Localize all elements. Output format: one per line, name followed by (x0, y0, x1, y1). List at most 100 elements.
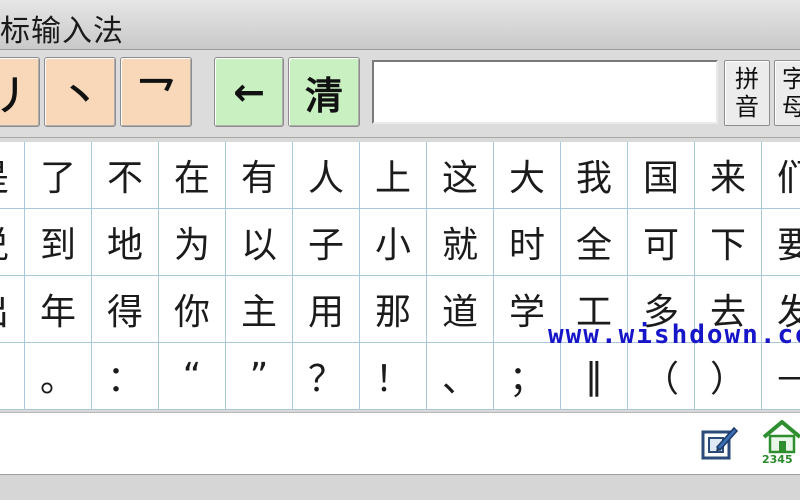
character-label: 年 (39, 292, 76, 333)
character-cell[interactable]: 多 (628, 276, 695, 343)
character-cell[interactable]: 道 (427, 276, 494, 343)
character-label: 这 (441, 158, 478, 199)
character-label: ！ (374, 359, 411, 400)
character-cell[interactable]: 那 (360, 276, 427, 343)
character-cell[interactable]: ” (226, 343, 293, 410)
character-cell[interactable]: 用 (293, 276, 360, 343)
pinyin-label-top: 拼 (735, 65, 759, 93)
character-label: 上 (374, 158, 411, 199)
character-cell[interactable]: 出 (0, 276, 25, 343)
pinyin-label-bottom: 音 (735, 93, 759, 121)
character-label: 主 (240, 292, 277, 333)
character-label: 小 (374, 225, 411, 266)
character-cell[interactable]: （ (628, 343, 695, 410)
character-grid: 是了不在有人上这大我国来们说到地为以子小就时全可下要出年得你主用那道学工多去发 ，… (0, 142, 800, 410)
character-cell[interactable]: 人 (293, 142, 360, 209)
character-cell[interactable]: 学 (494, 276, 561, 343)
character-cell[interactable]: ！ (360, 343, 427, 410)
character-cell[interactable]: 有 (226, 142, 293, 209)
character-label: ； (508, 359, 545, 400)
character-label: （ (642, 359, 679, 400)
character-label: 出 (0, 283, 9, 335)
character-label: 工 (575, 292, 612, 333)
character-label: 有 (240, 158, 277, 199)
character-cell[interactable]: ？ (293, 343, 360, 410)
title-bar: 标输入法 (0, 0, 800, 50)
character-cell[interactable]: 到 (25, 209, 92, 276)
character-label: ） (709, 359, 746, 400)
character-cell[interactable]: 得 (92, 276, 159, 343)
stroke-key-zhe[interactable]: 乛 (120, 57, 192, 127)
character-cell[interactable]: ； (494, 343, 561, 410)
character-cell[interactable]: ‖ (561, 343, 628, 410)
home-label: 2345 (762, 453, 793, 466)
character-cell[interactable]: 不 (92, 142, 159, 209)
clear-button[interactable]: 清 (288, 57, 360, 127)
character-cell[interactable]: 要 (762, 209, 800, 276)
character-cell[interactable]: 、 (427, 343, 494, 410)
character-cell[interactable]: 为 (159, 209, 226, 276)
pinyin-mode-button[interactable]: 拼 音 (724, 60, 770, 126)
character-cell[interactable]: ， (0, 343, 25, 410)
character-cell[interactable]: 可 (628, 209, 695, 276)
character-label: 下 (709, 225, 746, 266)
character-cell[interactable]: 这 (427, 142, 494, 209)
character-cell[interactable]: 来 (695, 142, 762, 209)
candidate-input[interactable] (372, 60, 718, 124)
character-label: 了 (39, 158, 76, 199)
character-cell[interactable]: 小 (360, 209, 427, 276)
backspace-arrow-icon: ← (233, 70, 265, 114)
character-cell[interactable]: 时 (494, 209, 561, 276)
backspace-button[interactable]: ← (214, 57, 284, 127)
character-cell[interactable]: 就 (427, 209, 494, 276)
character-cell[interactable]: 主 (226, 276, 293, 343)
character-label: 用 (307, 292, 344, 333)
character-cell[interactable]: 子 (293, 209, 360, 276)
character-cell[interactable]: — (762, 343, 800, 410)
character-cell[interactable]: 工 (561, 276, 628, 343)
edit-settings-icon (701, 426, 739, 460)
character-label: 人 (307, 158, 344, 199)
character-cell[interactable]: 年 (25, 276, 92, 343)
character-label: 去 (709, 292, 746, 333)
settings-button[interactable] (700, 423, 740, 463)
character-cell[interactable]: 我 (561, 142, 628, 209)
character-label: 为 (173, 225, 210, 266)
character-cell[interactable]: 下 (695, 209, 762, 276)
character-cell[interactable]: 大 (494, 142, 561, 209)
character-cell[interactable]: “ (159, 343, 226, 410)
character-cell[interactable]: 在 (159, 142, 226, 209)
home-button[interactable]: 2345 (760, 419, 800, 467)
letter-mode-button[interactable]: 字 母 (774, 60, 800, 126)
character-label: 可 (642, 225, 679, 266)
character-cell[interactable]: 你 (159, 276, 226, 343)
character-cell[interactable]: 地 (92, 209, 159, 276)
character-cell[interactable]: 国 (628, 142, 695, 209)
character-label: ， (0, 350, 9, 402)
character-label: ‖ (585, 355, 603, 397)
character-cell[interactable]: 全 (561, 209, 628, 276)
character-label: 道 (441, 292, 478, 333)
character-cell[interactable]: 。 (25, 343, 92, 410)
character-cell[interactable]: 们 (762, 142, 800, 209)
stroke-key-dian[interactable]: 丶 (44, 57, 116, 127)
character-cell[interactable]: ： (92, 343, 159, 410)
character-cell[interactable]: ） (695, 343, 762, 410)
character-label: 在 (173, 158, 210, 199)
character-cell[interactable]: 是 (0, 142, 25, 209)
character-cell[interactable]: 发 (762, 276, 800, 343)
letter-label-bottom: 母 (782, 93, 800, 121)
character-cell[interactable]: 了 (25, 142, 92, 209)
clear-button-label: 清 (304, 73, 343, 118)
character-label: 。 (39, 359, 76, 400)
character-cell[interactable]: 上 (360, 142, 427, 209)
character-cell[interactable]: 去 (695, 276, 762, 343)
bottom-border (0, 474, 800, 500)
letter-label-top: 字 (782, 65, 800, 93)
character-label: 、 (441, 359, 478, 400)
character-label: 我 (575, 158, 612, 199)
character-cell[interactable]: 说 (0, 209, 25, 276)
stroke-key-pie[interactable]: 丿 (0, 57, 40, 127)
stroke-key-label: 丶 (60, 73, 99, 118)
character-cell[interactable]: 以 (226, 209, 293, 276)
